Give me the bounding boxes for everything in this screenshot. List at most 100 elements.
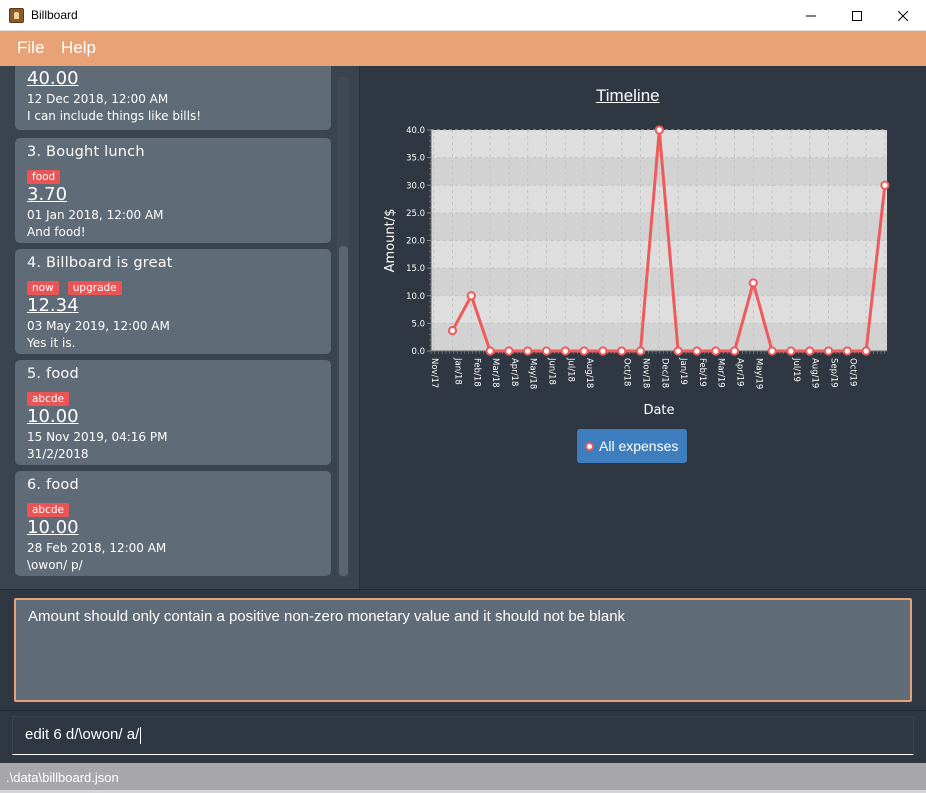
title-bar: Billboard [0,0,926,31]
expense-description: 31/2/2018 [27,447,89,461]
x-tick-label: May/18 [528,358,538,389]
command-input[interactable]: edit 6 d/\owon/ a/ [12,716,914,755]
tag: abcde [27,503,69,517]
expense-description: I can include things like bills! [27,109,202,123]
tag-list: food [27,165,319,184]
data-point [786,346,796,356]
x-tick-label: Aug/19 [810,358,820,388]
tag: abcde [27,392,69,406]
x-tick-label: Jan/18 [453,357,463,385]
y-tick-label: 0.0 [411,347,425,357]
close-icon [898,10,908,21]
x-tick-label: Jul/18 [565,357,575,382]
data-point [767,346,777,356]
expense-title: 6. food [27,477,79,493]
expense-date: 12 Dec 2018, 12:00 AM [27,92,169,106]
y-tick-label: 20.0 [406,237,425,247]
menu-help[interactable]: Help [61,38,96,58]
expense-card[interactable]: 4. Billboard is great now upgrade 12.34 … [15,249,331,354]
x-tick-label: Dec/18 [659,358,669,388]
data-point [842,346,852,356]
maximize-button[interactable] [834,0,880,31]
tag: upgrade [67,281,122,295]
expense-date: 28 Feb 2018, 12:00 AM [27,541,167,555]
data-point [447,325,458,336]
data-point [748,278,758,288]
expense-description: \owon/ p/ [27,558,83,572]
result-display: Amount should only contain a positive no… [14,598,912,702]
tag: now [27,281,59,295]
data-point [805,346,815,356]
expense-date: 15 Nov 2019, 04:16 PM [27,430,168,444]
y-tick-label: 40.0 [406,126,425,136]
text-caret [140,726,142,744]
x-tick-label: Sep/19 [829,358,839,388]
data-point [523,346,533,356]
x-tick-label: Jul/19 [791,357,801,382]
timeline-chart: 0.0 5.0 10.0 15.0 20.0 25.0 30.0 35.0 40.0 Nov/17… [383,125,890,418]
status-bar: .\data\billboard.json [0,763,926,793]
data-point [654,125,664,135]
x-tick-label: Nov/17 [429,358,439,388]
result-panel: Amount should only contain a positive no… [0,590,926,710]
expense-description: Yes it is. [27,336,76,350]
maximize-icon [852,10,862,21]
y-tick-label: 10.0 [406,292,425,302]
x-tick-label: Nov/18 [641,358,651,388]
x-tick-label: Aug/18 [584,358,594,388]
expense-amount: 10.00 [27,406,79,427]
data-point [635,346,646,356]
x-tick-label: Apr/19 [735,358,745,386]
data-point [466,291,476,301]
tag: food [27,170,61,184]
expense-amount: 12.34 [27,295,79,316]
legend-all-expenses[interactable]: All expenses [577,429,687,463]
data-point [823,346,834,356]
menu-file[interactable]: File [17,38,44,58]
y-tick-label: 30.0 [406,181,425,191]
scrollbar-thumb[interactable] [339,246,348,576]
legend-marker-icon [585,441,594,451]
expense-amount: 40.00 [27,68,79,89]
window-title: Billboard [31,8,78,22]
close-button[interactable] [880,0,926,31]
y-tick-label: 5.0 [411,319,425,329]
data-point [711,346,721,356]
tag-list: now upgrade [27,276,319,295]
expense-date: 03 May 2019, 12:00 AM [27,319,170,333]
minimize-button[interactable] [788,0,834,31]
command-panel: edit 6 d/\owon/ a/ [0,711,926,763]
data-point [880,180,890,190]
data-point [617,346,627,356]
expense-title: 3. Bought lunch [27,144,145,160]
data-point [692,346,702,356]
x-tick-label: Apr/18 [509,358,519,386]
x-tick-label: Feb/18 [471,358,481,387]
x-tick-label: Mar/19 [716,358,726,388]
data-point [861,346,871,356]
x-tick-label: Oct/19 [847,358,857,386]
x-tick-label: Mar/18 [490,358,500,388]
expense-card[interactable]: 40.00 12 Dec 2018, 12:00 AM I can includ… [15,66,331,130]
minimize-icon [806,15,816,16]
expense-card[interactable]: 3. Bought lunch food 3.70 01 Jan 2018, 1… [15,138,331,243]
data-point [598,346,608,356]
expense-title: 4. Billboard is great [27,255,173,271]
expense-card[interactable]: 6. food abcde 10.00 28 Feb 2018, 12:00 A… [15,471,331,576]
data-file-path: .\data\billboard.json [6,770,119,785]
data-point [579,346,589,356]
expense-card[interactable]: 5. food abcde 10.00 15 Nov 2019, 04:16 P… [15,360,331,465]
tag-list: abcde [27,498,319,517]
y-axis-label: Amount/$ [383,209,398,273]
data-point [485,346,495,356]
y-tick-label: 25.0 [406,209,425,219]
x-axis-label: Date [643,403,674,418]
y-tick-label: 35.0 [406,154,425,164]
x-tick-label: Feb/19 [697,358,707,387]
data-point [560,346,570,356]
expense-amount: 10.00 [27,517,79,538]
chart-title: Timeline [596,86,660,105]
expense-amount: 3.70 [27,184,68,205]
command-text: edit 6 d/\owon/ a/ [25,726,140,743]
expense-date: 01 Jan 2018, 12:00 AM [27,208,164,222]
